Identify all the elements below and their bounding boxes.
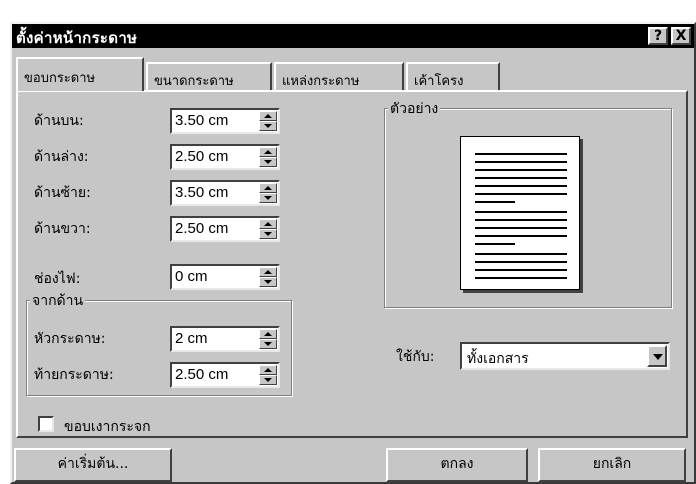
header-distance-value[interactable]: 2 cm bbox=[175, 330, 208, 347]
spin-up-icon[interactable] bbox=[259, 111, 277, 121]
spin-up-icon[interactable] bbox=[259, 267, 277, 277]
cancel-button[interactable]: ยกเลิก bbox=[538, 448, 686, 482]
from-edge-legend: จากด้าน bbox=[30, 290, 86, 312]
tab-margins[interactable]: ขอบกระดาษ bbox=[16, 57, 144, 91]
left-margin-label: ด้านซ้าย: bbox=[34, 185, 91, 201]
page-preview bbox=[460, 136, 580, 290]
bottom-margin-value[interactable]: 2.50 cm bbox=[175, 148, 228, 165]
preview-legend: ตัวอย่าง bbox=[388, 98, 441, 120]
footer-distance-label: ท้ายกระดาษ: bbox=[34, 367, 114, 383]
tab-layout-label: เค้าโครง bbox=[414, 74, 464, 89]
spin-up-icon[interactable] bbox=[259, 329, 277, 339]
apply-to-value[interactable]: ทั้งเอกสาร bbox=[467, 348, 529, 370]
bottom-margin-label: ด้านล่าง: bbox=[34, 149, 89, 165]
help-button[interactable]: ? bbox=[648, 27, 668, 45]
page-setup-dialog: ตั้งค่าหน้ากระดาษ ? X ขอบกระดาษ ขนาดกระด… bbox=[10, 22, 696, 484]
tab-paper-source-label: แหล่งกระดาษ bbox=[282, 74, 360, 89]
ok-button[interactable]: ตกลง bbox=[386, 448, 528, 482]
close-button[interactable]: X bbox=[671, 27, 691, 45]
spin-up-icon[interactable] bbox=[259, 147, 277, 157]
gutter-label: ช่องไฟ: bbox=[34, 271, 81, 287]
default-button[interactable]: ค่าเริ่มต้น... bbox=[14, 448, 172, 482]
spin-down-icon[interactable] bbox=[259, 375, 277, 385]
header-distance-spinner[interactable]: 2 cm bbox=[170, 326, 280, 352]
tab-paper-size[interactable]: ขนาดกระดาษ bbox=[146, 62, 272, 92]
spin-up-icon[interactable] bbox=[259, 365, 277, 375]
spin-down-icon[interactable] bbox=[259, 193, 277, 203]
spin-down-icon[interactable] bbox=[259, 157, 277, 167]
header-distance-label: หัวกระดาษ: bbox=[34, 331, 106, 347]
spin-up-icon[interactable] bbox=[259, 183, 277, 193]
tab-margins-label: ขอบกระดาษ bbox=[24, 71, 96, 86]
apply-to-label: ใช้กับ: bbox=[396, 349, 435, 365]
top-margin-label: ด้านบน: bbox=[34, 113, 84, 129]
footer-distance-value[interactable]: 2.50 cm bbox=[175, 366, 228, 383]
tab-paper-source[interactable]: แหล่งกระดาษ bbox=[274, 62, 404, 92]
right-margin-label: ด้านขวา: bbox=[34, 221, 91, 237]
dialog-title: ตั้งค่าหน้ากระดาษ bbox=[16, 29, 138, 47]
right-margin-value[interactable]: 2.50 cm bbox=[175, 220, 228, 237]
apply-to-dropdown[interactable]: ทั้งเอกสาร bbox=[460, 342, 670, 370]
spin-down-icon[interactable] bbox=[259, 121, 277, 131]
gutter-spinner[interactable]: 0 cm bbox=[170, 264, 280, 290]
top-margin-value[interactable]: 3.50 cm bbox=[175, 112, 228, 129]
mirror-margins-label[interactable]: ขอบเงากระจก bbox=[64, 416, 151, 438]
mirror-margins-checkbox[interactable] bbox=[38, 416, 54, 432]
left-margin-value[interactable]: 3.50 cm bbox=[175, 184, 228, 201]
top-margin-spinner[interactable]: 3.50 cm bbox=[170, 108, 280, 134]
title-bar: ตั้งค่าหน้ากระดาษ ? X bbox=[12, 24, 694, 48]
left-margin-spinner[interactable]: 3.50 cm bbox=[170, 180, 280, 206]
gutter-value[interactable]: 0 cm bbox=[175, 268, 208, 285]
spin-down-icon[interactable] bbox=[259, 339, 277, 349]
footer-distance-spinner[interactable]: 2.50 cm bbox=[170, 362, 280, 388]
chevron-down-icon[interactable] bbox=[647, 345, 667, 367]
bottom-margin-spinner[interactable]: 2.50 cm bbox=[170, 144, 280, 170]
tab-paper-size-label: ขนาดกระดาษ bbox=[154, 74, 234, 89]
spin-down-icon[interactable] bbox=[259, 277, 277, 287]
spin-down-icon[interactable] bbox=[259, 229, 277, 239]
tab-layout[interactable]: เค้าโครง bbox=[406, 62, 500, 92]
right-margin-spinner[interactable]: 2.50 cm bbox=[170, 216, 280, 242]
spin-up-icon[interactable] bbox=[259, 219, 277, 229]
